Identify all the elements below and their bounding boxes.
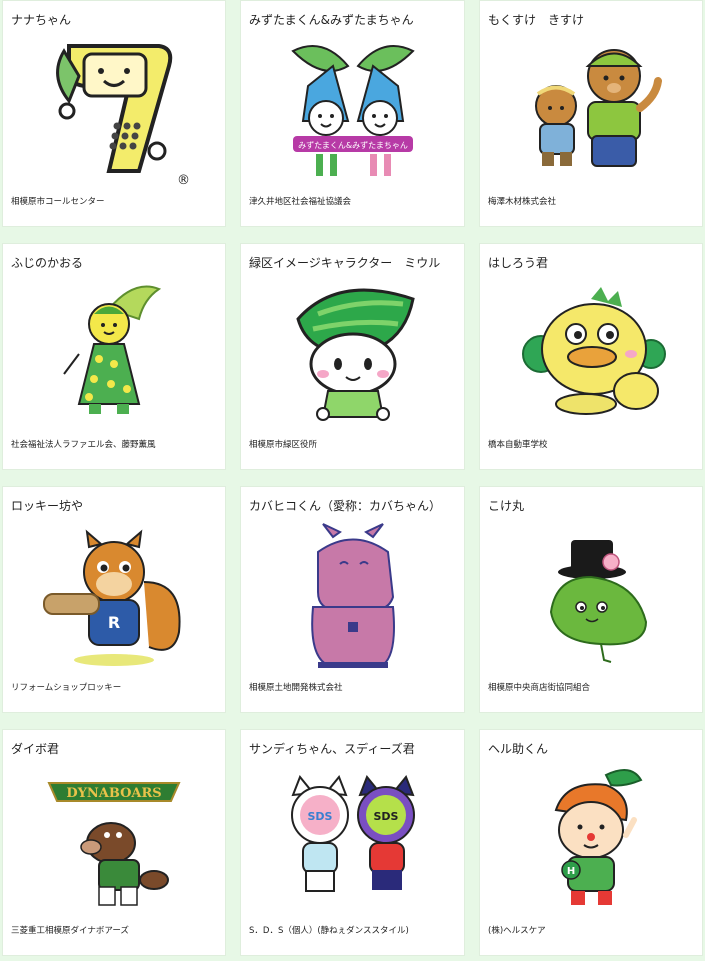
herusuke-mascot-icon: H (492, 764, 690, 916)
mascot-owner: 津久井地区社会福祉協議会 (249, 197, 352, 207)
sds-logo-left: SDS (307, 810, 332, 823)
mascot-name: ナナちゃん (11, 13, 72, 27)
herusuke-h-logo: H (567, 866, 575, 877)
fujino-kaoru-mascot-icon (15, 278, 213, 430)
kokemaru-moss-mascot-icon (492, 521, 690, 673)
registered-mark: ® (177, 173, 189, 186)
mascot-owner: 梅澤木材株式会社 (488, 197, 557, 207)
miuru-leaf-mascot-icon (253, 278, 452, 430)
mascot-card[interactable]: ヘル助くん H (株)ヘルスケア (479, 729, 703, 956)
mokusuke-kisuke-bears-icon (492, 35, 690, 187)
mascot-card[interactable]: ロッキー坊や R リフォームショップロッキー (2, 486, 226, 713)
mascot-card[interactable]: はしろう君 橋本自動車学校 (479, 243, 703, 470)
mascot-card[interactable]: みずたまくん&みずたまちゃん みずたまくん&みずたまちゃん 津久井地区社会福祉協… (240, 0, 465, 227)
mascot-card[interactable]: ナナちゃん ® 相模原市コールセンター (2, 0, 226, 227)
mascot-card[interactable]: カバヒコくん（愛称：カバちゃん） 相模原土地開発株式会社 (240, 486, 465, 713)
mascot-owner: 三菱重工相模原ダイナボアーズ (11, 926, 129, 936)
sds-cats-mascot-icon: SDS SDS (253, 764, 452, 916)
mascot-name: もくすけ きすけ (488, 13, 585, 27)
sds-logo-right: SDS (373, 810, 398, 823)
rocky-r-logo: R (108, 613, 120, 632)
mascot-owner: 相模原市コールセンター (11, 197, 105, 207)
mascot-owner: リフォームショップロッキー (11, 683, 122, 693)
mizutama-mascot-icon: みずたまくん&みずたまちゃん (253, 35, 452, 187)
mascot-owner: 社会福祉法人ラファエル会、藤野薫風 (11, 440, 156, 450)
mascot-card[interactable]: サンディちゃん、スディーズ君 SDS SDS S．D．S（個人）(静ねぇダンスス… (240, 729, 465, 956)
hashirou-mascot-icon (492, 278, 690, 430)
mascot-card[interactable]: もくすけ きすけ 梅澤木材株式会社 (479, 0, 703, 227)
mascot-name: ダイボ君 (11, 742, 60, 756)
mascot-name: みずたまくん&みずたまちゃん (249, 13, 414, 27)
mascot-name: ヘル助くん (488, 742, 549, 756)
mascot-owner: 相模原土地開発株式会社 (249, 683, 343, 693)
mascot-card[interactable]: ダイボ君 DYNABOARS 三菱重工相模原ダイナボアーズ (2, 729, 226, 956)
rocky-squirrel-mascot-icon: R (15, 521, 213, 673)
mascot-card[interactable]: こけ丸 相模原中央商店街協同組合 (479, 486, 703, 713)
mascot-card[interactable]: 緑区イメージキャラクター ミウル 相模原市緑区役所 (240, 243, 465, 470)
daibo-boar-mascot-icon: DYNABOARS (15, 764, 213, 916)
dynaboars-logo: DYNABOARS (66, 786, 161, 801)
mascot-card[interactable]: ふじのかおる 社会福祉法人ラファエル会、藤野薫風 (2, 243, 226, 470)
mascot-owner: 相模原市緑区役所 (249, 440, 318, 450)
mascot-name: こけ丸 (488, 499, 525, 513)
mascot-grid: ナナちゃん ® 相模原市コールセンター みずたまくん&みずたまちゃん みずたまく… (2, 0, 703, 956)
mascot-name: はしろう君 (488, 256, 549, 270)
mascot-name: ふじのかおる (11, 256, 84, 270)
kabahiko-hippo-mascot-icon (253, 521, 452, 673)
mascot-name: ロッキー坊や (11, 499, 84, 513)
mascot-name: サンディちゃん、スディーズ君 (249, 742, 415, 756)
mascot-owner: 相模原中央商店街協同組合 (488, 683, 591, 693)
mascot-name: カバヒコくん（愛称：カバちゃん） (249, 499, 442, 513)
nana-chan-mascot-icon: ® (15, 35, 213, 187)
mizutama-logo-text: みずたまくん&みずたまちゃん (298, 140, 408, 150)
mascot-owner: (株)ヘルスケア (488, 926, 546, 936)
mascot-owner: S．D．S（個人）(静ねぇダンススタイル) (249, 926, 409, 936)
mascot-name: 緑区イメージキャラクター ミウル (249, 256, 441, 270)
mascot-owner: 橋本自動車学校 (488, 440, 548, 450)
